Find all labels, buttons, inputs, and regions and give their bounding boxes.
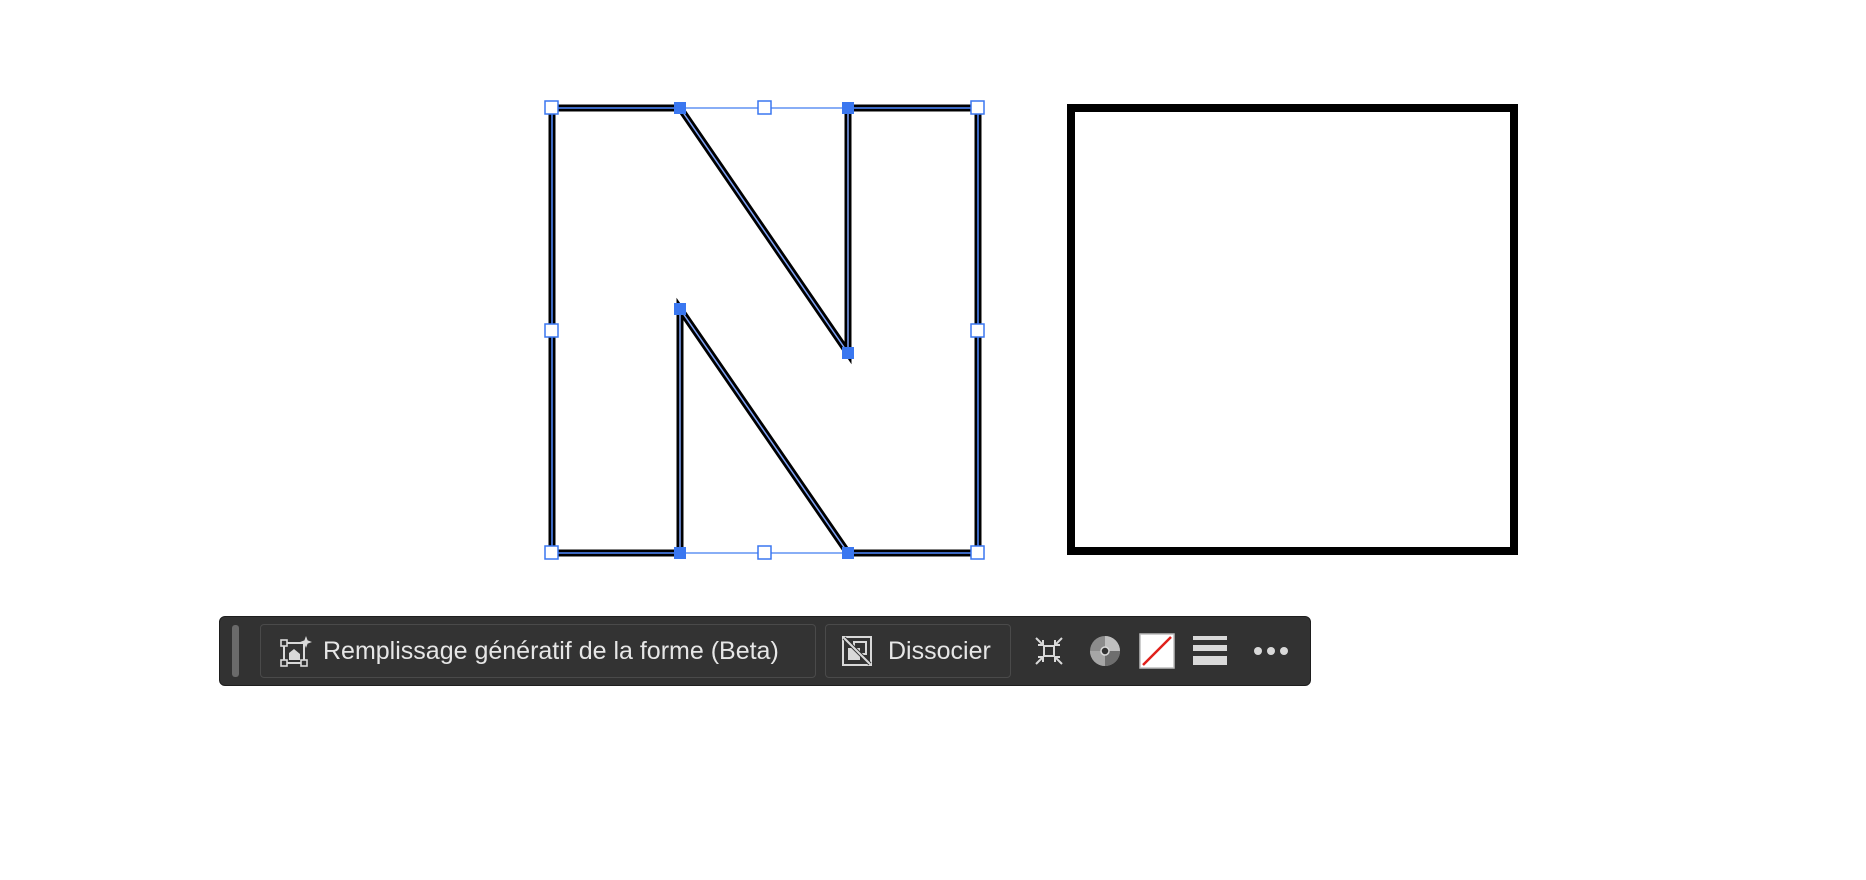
generative-shape-fill-button[interactable]: Remplissage génératif de la forme (Beta) [260,624,816,678]
recolor-icon[interactable] [1087,634,1123,668]
contextual-taskbar: Remplissage génératif de la forme (Beta)… [219,616,1311,686]
anchor-point[interactable] [674,547,686,559]
handle-bottom-middle[interactable] [757,545,772,560]
stroke-weight-icon[interactable] [1191,636,1229,666]
handle-middle-left[interactable] [544,323,559,338]
anchor-point[interactable] [674,303,686,315]
more-options-icon[interactable] [1251,646,1291,656]
handle-top-left[interactable] [544,100,559,115]
anchor-point[interactable] [842,102,854,114]
handle-top-middle[interactable] [757,100,772,115]
anchor-point[interactable] [842,347,854,359]
letter-n-shape[interactable] [548,104,982,557]
generative-shape-fill-label: Remplissage génératif de la forme (Beta) [323,636,779,665]
handle-bottom-right[interactable] [970,545,985,560]
handle-middle-right[interactable] [970,323,985,338]
square-shape[interactable] [1067,104,1518,555]
collapse-icon[interactable] [1031,635,1067,667]
selection-bounding-box[interactable] [544,100,985,560]
anchor-points[interactable] [674,102,854,559]
handle-top-right[interactable] [970,100,985,115]
generative-shape-fill-icon [279,634,313,668]
artboard-canvas[interactable] [0,0,1866,880]
ungroup-button[interactable]: Dissocier [825,624,1011,678]
no-fill-swatch-icon[interactable] [1139,633,1175,669]
anchor-point[interactable] [674,102,686,114]
handle-bottom-left[interactable] [544,545,559,560]
ungroup-icon [840,634,874,668]
drag-handle[interactable] [232,625,239,677]
anchor-point[interactable] [842,547,854,559]
ungroup-label: Dissocier [888,636,991,665]
